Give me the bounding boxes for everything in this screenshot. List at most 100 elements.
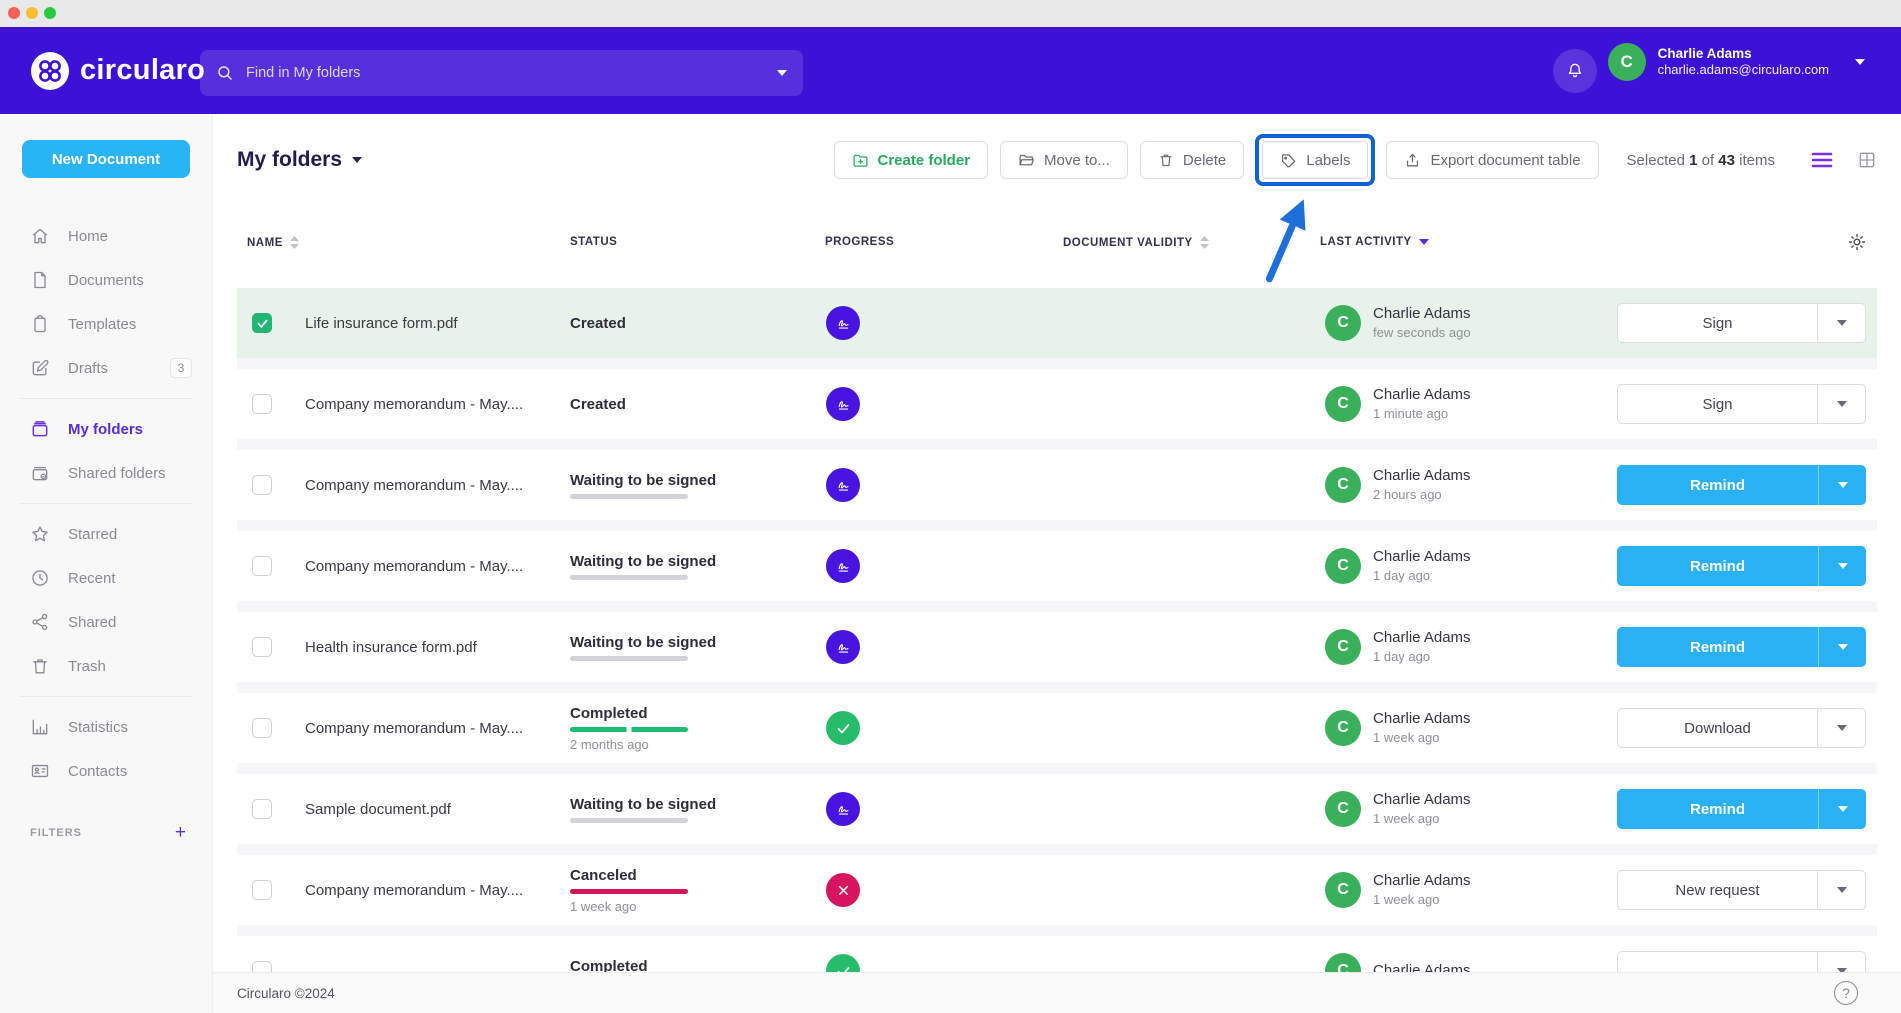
action-label[interactable]: Remind bbox=[1617, 627, 1818, 667]
search-scope-caret-icon[interactable] bbox=[777, 70, 787, 76]
signature-progress-icon[interactable] bbox=[826, 549, 860, 583]
action-dropdown-toggle[interactable] bbox=[1818, 465, 1866, 505]
action-label[interactable]: Download bbox=[1618, 709, 1817, 747]
row-action-button[interactable]: Sign bbox=[1617, 303, 1866, 343]
action-dropdown-toggle[interactable] bbox=[1818, 627, 1866, 667]
close-window-button[interactable] bbox=[8, 7, 20, 19]
status-block: Waiting to be signed bbox=[570, 531, 716, 601]
document-name[interactable]: Sample document.pdf bbox=[305, 801, 451, 818]
sidebar-item-drafts[interactable]: Drafts 3 bbox=[0, 346, 212, 390]
row-checkbox[interactable] bbox=[252, 880, 272, 900]
action-label[interactable]: Remind bbox=[1617, 546, 1818, 586]
table-row[interactable]: Company memorandum - May.... Waiting to … bbox=[237, 531, 1877, 601]
canceled-progress-icon[interactable] bbox=[826, 873, 860, 907]
table-row[interactable]: Health insurance form.pdf Waiting to be … bbox=[237, 612, 1877, 682]
user-menu[interactable]: C Charlie Adams charlie.adams@circularo.… bbox=[1608, 43, 1865, 81]
labels-button[interactable]: Labels bbox=[1262, 141, 1368, 179]
grid-view-icon[interactable] bbox=[1857, 150, 1877, 170]
document-name[interactable]: Company memorandum - May.... bbox=[305, 558, 523, 575]
action-dropdown-toggle[interactable] bbox=[1817, 709, 1865, 747]
new-document-button[interactable]: New Document bbox=[22, 140, 190, 178]
signature-progress-icon[interactable] bbox=[826, 306, 860, 340]
sidebar-item-home[interactable]: Home bbox=[0, 214, 212, 258]
sidebar-item-label: Documents bbox=[68, 272, 144, 289]
help-button[interactable]: ? bbox=[1834, 981, 1858, 1005]
column-header-name[interactable]: NAME bbox=[247, 236, 299, 249]
document-name[interactable]: Life insurance form.pdf bbox=[305, 315, 458, 332]
signature-progress-icon[interactable] bbox=[826, 387, 860, 421]
row-action-button[interactable]: Remind bbox=[1617, 546, 1866, 586]
row-checkbox[interactable] bbox=[252, 556, 272, 576]
signature-progress-icon[interactable] bbox=[826, 792, 860, 826]
row-checkbox[interactable] bbox=[252, 475, 272, 495]
document-name[interactable]: Company memorandum - May.... bbox=[305, 396, 523, 413]
row-action-button[interactable]: Remind bbox=[1617, 465, 1866, 505]
create-folder-button[interactable]: Create folder bbox=[834, 141, 989, 179]
action-dropdown-toggle[interactable] bbox=[1818, 546, 1866, 586]
action-dropdown-toggle[interactable] bbox=[1817, 871, 1865, 909]
sidebar-item-contacts[interactable]: Contacts bbox=[0, 749, 212, 793]
page-title-dropdown[interactable]: My folders bbox=[237, 148, 362, 172]
sidebar-item-statistics[interactable]: Statistics bbox=[0, 705, 212, 749]
row-checkbox[interactable] bbox=[252, 718, 272, 738]
table-row[interactable]: Life insurance form.pdf Created C Charli… bbox=[237, 288, 1877, 358]
sidebar-item-recent[interactable]: Recent bbox=[0, 556, 212, 600]
document-name[interactable]: Health insurance form.pdf bbox=[305, 639, 477, 656]
minimize-window-button[interactable] bbox=[26, 7, 38, 19]
row-action-button[interactable]: Remind bbox=[1617, 789, 1866, 829]
column-header-document-validity[interactable]: DOCUMENT VALIDITY bbox=[1063, 236, 1209, 249]
action-label[interactable]: New request bbox=[1618, 871, 1817, 909]
document-name[interactable]: Company memorandum - May.... bbox=[305, 477, 523, 494]
table-row[interactable]: Company memorandum - May.... Waiting to … bbox=[237, 450, 1877, 520]
sidebar-item-trash[interactable]: Trash bbox=[0, 644, 212, 688]
contacts-icon bbox=[30, 761, 50, 781]
table-row[interactable]: Company memorandum - May.... Completed 2… bbox=[237, 693, 1877, 763]
sidebar-item-starred[interactable]: Starred bbox=[0, 512, 212, 556]
action-label[interactable]: Remind bbox=[1617, 789, 1818, 829]
signature-progress-icon[interactable] bbox=[826, 630, 860, 664]
document-name[interactable]: Company memorandum - May.... bbox=[305, 720, 523, 737]
table-row[interactable]: Company memorandum - May.... Canceled 1 … bbox=[237, 855, 1877, 925]
sidebar-item-shared[interactable]: Shared bbox=[0, 600, 212, 644]
action-dropdown-toggle[interactable] bbox=[1817, 304, 1865, 342]
table-row[interactable]: Company memorandum - May.... Created C C… bbox=[237, 369, 1877, 439]
sidebar-item-my-folders[interactable]: My folders bbox=[0, 407, 212, 451]
export-document-table-button[interactable]: Export document table bbox=[1386, 141, 1598, 179]
completed-progress-icon[interactable] bbox=[826, 711, 860, 745]
column-header-progress[interactable]: PROGRESS bbox=[825, 236, 894, 248]
row-checkbox[interactable] bbox=[252, 394, 272, 414]
list-view-icon[interactable] bbox=[1811, 151, 1833, 169]
move-to-button[interactable]: Move to... bbox=[1000, 141, 1128, 179]
search-bar[interactable] bbox=[200, 50, 803, 96]
row-action-button[interactable]: Remind bbox=[1617, 627, 1866, 667]
zoom-window-button[interactable] bbox=[44, 7, 56, 19]
action-label[interactable]: Sign bbox=[1618, 304, 1817, 342]
signature-progress-icon[interactable] bbox=[826, 468, 860, 502]
action-label[interactable]: Sign bbox=[1618, 385, 1817, 423]
search-input[interactable] bbox=[246, 65, 777, 81]
brand-logo[interactable]: circularo bbox=[30, 51, 205, 91]
activity-avatar: C bbox=[1325, 710, 1361, 746]
row-action-button[interactable]: Download bbox=[1617, 708, 1866, 748]
row-checkbox[interactable] bbox=[252, 637, 272, 657]
table-row[interactable]: Sample document.pdf Waiting to be signed… bbox=[237, 774, 1877, 844]
row-action-button[interactable]: Sign bbox=[1617, 384, 1866, 424]
column-header-status[interactable]: STATUS bbox=[570, 236, 617, 248]
action-label[interactable]: Remind bbox=[1617, 465, 1818, 505]
sidebar-item-documents[interactable]: Documents bbox=[0, 258, 212, 302]
sidebar-item-shared-folders[interactable]: Shared folders bbox=[0, 451, 212, 495]
sidebar-item-label: Trash bbox=[68, 658, 106, 675]
notifications-button[interactable] bbox=[1553, 49, 1597, 93]
document-name[interactable]: Company memorandum - May.... bbox=[305, 882, 523, 899]
row-checkbox[interactable] bbox=[252, 799, 272, 819]
home-icon bbox=[30, 226, 50, 246]
delete-button[interactable]: Delete bbox=[1140, 141, 1244, 179]
row-action-button[interactable]: New request bbox=[1617, 870, 1866, 910]
row-checkbox[interactable] bbox=[252, 313, 272, 333]
add-filter-button[interactable]: + bbox=[175, 823, 186, 842]
sidebar-item-templates[interactable]: Templates bbox=[0, 302, 212, 346]
action-dropdown-toggle[interactable] bbox=[1817, 385, 1865, 423]
action-dropdown-toggle[interactable] bbox=[1818, 789, 1866, 829]
column-header-last-activity[interactable]: LAST ACTIVITY bbox=[1320, 236, 1429, 248]
table-settings-gear-icon[interactable] bbox=[1847, 232, 1867, 257]
